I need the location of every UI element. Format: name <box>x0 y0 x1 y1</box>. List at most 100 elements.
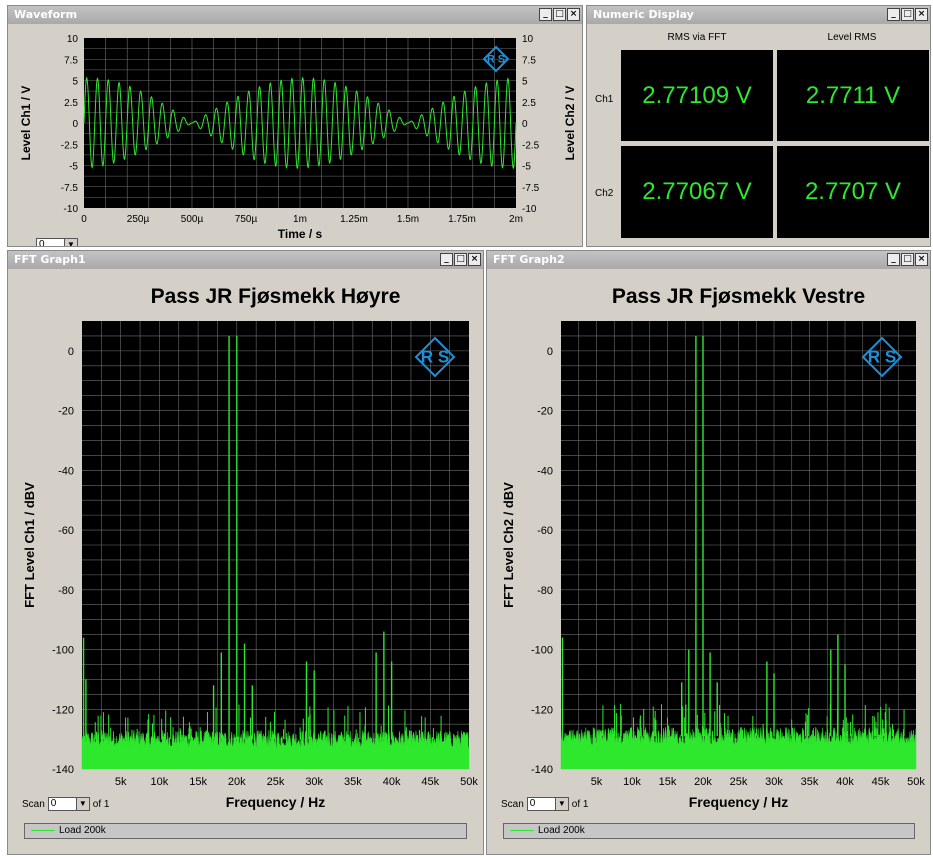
x-tick-label: 35k <box>801 776 819 788</box>
close-button[interactable]: × <box>915 253 928 266</box>
numeric-titlebar[interactable]: Numeric Display _ □ × <box>587 6 930 24</box>
x-tick-label: 20k <box>228 776 246 788</box>
x-tick-label: 50k <box>907 776 925 788</box>
y-tick-label-left: 2.5 <box>64 98 78 109</box>
x-axis-label: Frequency / Hz <box>689 794 789 810</box>
numeric-title: Numeric Display <box>593 8 694 21</box>
y-tick-label: 0 <box>547 346 553 358</box>
restore-button[interactable]: □ <box>553 8 566 21</box>
y-axis-label: FFT Level Ch1 / dBV <box>22 482 37 608</box>
x-axis-label: Frequency / Hz <box>226 794 326 810</box>
x-tick-label: 250µ <box>127 214 150 225</box>
chart-title: Pass JR Fjøsmekk Høyre <box>151 285 401 308</box>
y-tick-label-left: 5 <box>72 77 78 88</box>
y-tick-label: -20 <box>537 406 553 418</box>
fft1-titlebar[interactable]: FFT Graph1 _ □ × <box>8 251 483 269</box>
chevron-down-icon: ▼ <box>554 798 568 810</box>
minimize-button[interactable]: _ <box>440 253 453 266</box>
svg-text:R S: R S <box>487 54 505 66</box>
fft1-legend[interactable]: Load 200k <box>24 823 467 839</box>
legend-line-icon <box>510 829 534 831</box>
row-label-ch1: Ch1 <box>595 94 614 105</box>
x-tick-label: 35k <box>344 776 362 788</box>
fft2-titlebar[interactable]: FFT Graph2 _ □ × <box>487 251 930 269</box>
fft1-scan-label: Scan <box>22 798 45 810</box>
y-tick-label: -100 <box>531 645 553 657</box>
fft1-scan-value: 0 <box>50 798 57 809</box>
x-tick-label: 25k <box>730 776 748 788</box>
restore-button[interactable]: □ <box>901 253 914 266</box>
col-header-rms-fft: RMS via FFT <box>667 32 727 43</box>
fft2-scan-select[interactable]: 0 ▼ <box>526 797 569 811</box>
waveform-titlebar[interactable]: Waveform _ □ × <box>8 6 582 24</box>
y-tick-label-right: -7.5 <box>522 183 540 194</box>
x-tick-label: 20k <box>694 776 712 788</box>
minimize-button[interactable]: _ <box>887 253 900 266</box>
fft-graph2-window[interactable]: FFT Graph2 _ □ × Pass JR Fjøsmekk Vestre 0 -… <box>486 250 931 855</box>
fft2-of-label: of 1 <box>571 798 589 810</box>
fft2-chart: Pass JR Fjøsmekk Vestre 0 -20 -40 -60 -80 -100… <box>501 285 925 810</box>
x-axis-label: Time / s <box>278 227 323 241</box>
fft-graph1-window[interactable]: FFT Graph1 _ □ × Pass JR Fjøsmekk Høyre 0 -2… <box>7 250 484 855</box>
x-tick-label: 2m <box>509 214 523 225</box>
col-header-level-rms: Level RMS <box>827 32 877 43</box>
x-tick-label: 15k <box>189 776 207 788</box>
fft1-of-label: of 1 <box>92 798 110 810</box>
close-button[interactable]: × <box>567 8 580 21</box>
minimize-button[interactable]: _ <box>539 8 552 21</box>
y-tick-label-left: 7.5 <box>64 55 78 66</box>
restore-button[interactable]: □ <box>901 8 914 21</box>
y-tick-label-right: 0 <box>522 119 528 130</box>
numeric-display-window[interactable]: Numeric Display _ □ × RMS via FFT Level RM… <box>586 5 931 247</box>
x-tick-label: 1.25m <box>340 214 368 225</box>
y-tick-label: -60 <box>537 525 553 537</box>
y-tick-label: -80 <box>537 585 553 597</box>
ch2-level-rms-value: 2.7707 V <box>777 146 929 238</box>
x-tick-label: 40k <box>836 776 854 788</box>
fft2-legend[interactable]: Load 200k <box>503 823 915 839</box>
chevron-down-icon: ▼ <box>75 798 89 810</box>
y-tick-label: -120 <box>531 704 553 716</box>
fft2-scan-value: 0 <box>529 798 536 809</box>
y-tick-label-left: 10 <box>67 34 79 45</box>
x-tick-label: 40k <box>383 776 401 788</box>
y-tick-label-right: -5 <box>522 162 531 173</box>
svg-text:R S: R S <box>421 348 450 367</box>
waveform-window[interactable]: Waveform _ □ × 10 10 7.5 7.5 5 5 2.5 2.5 0 0 -2.5 -2.… <box>7 5 583 247</box>
chart-title: Pass JR Fjøsmekk Vestre <box>612 285 865 308</box>
y-tick-label-right: -10 <box>522 204 537 215</box>
x-tick-label: 30k <box>765 776 783 788</box>
x-tick-label: 45k <box>421 776 439 788</box>
y-axis-label-left: Level Ch1 / V <box>19 86 33 161</box>
minimize-button[interactable]: _ <box>887 8 900 21</box>
x-tick-label: 5k <box>591 776 603 788</box>
ch1-level-rms-value: 2.7711 V <box>777 50 929 141</box>
fft1-legend-label: Load 200k <box>59 825 106 836</box>
x-tick-label: 500µ <box>181 214 204 225</box>
y-tick-label: -140 <box>531 764 553 776</box>
close-button[interactable]: × <box>468 253 481 266</box>
y-tick-label-left: -7.5 <box>61 183 79 194</box>
x-tick-label: 1.75m <box>448 214 476 225</box>
y-tick-label: -80 <box>58 585 74 597</box>
y-tick-label-right: 2.5 <box>522 98 536 109</box>
y-tick-label-right: -2.5 <box>522 140 540 151</box>
y-axis-label-right: Level Ch2 / V <box>563 86 577 161</box>
close-button[interactable]: × <box>915 8 928 21</box>
x-tick-label: 750µ <box>235 214 258 225</box>
x-tick-label: 1.5m <box>397 214 419 225</box>
fft2-scan-label: Scan <box>501 798 524 810</box>
waveform-scan-select[interactable]: 0 ▼ <box>36 238 78 246</box>
x-tick-label: 10k <box>623 776 641 788</box>
x-tick-label: 25k <box>267 776 285 788</box>
svg-text:R S: R S <box>868 348 897 367</box>
y-axis-label: FFT Level Ch2 / dBV <box>501 482 516 608</box>
restore-button[interactable]: □ <box>454 253 467 266</box>
fft1-scan: Scan 0 ▼ of 1 <box>22 797 109 811</box>
fft1-scan-select[interactable]: 0 ▼ <box>47 797 90 811</box>
x-tick-label: 10k <box>151 776 169 788</box>
y-tick-label: -20 <box>58 406 74 418</box>
y-tick-label: 0 <box>68 346 74 358</box>
waveform-chart: 10 10 7.5 7.5 5 5 2.5 2.5 0 0 -2.5 -2.5 -5 -5 -7.5 -7.5… <box>19 34 577 241</box>
fft2-window-title: FFT Graph2 <box>493 253 565 266</box>
